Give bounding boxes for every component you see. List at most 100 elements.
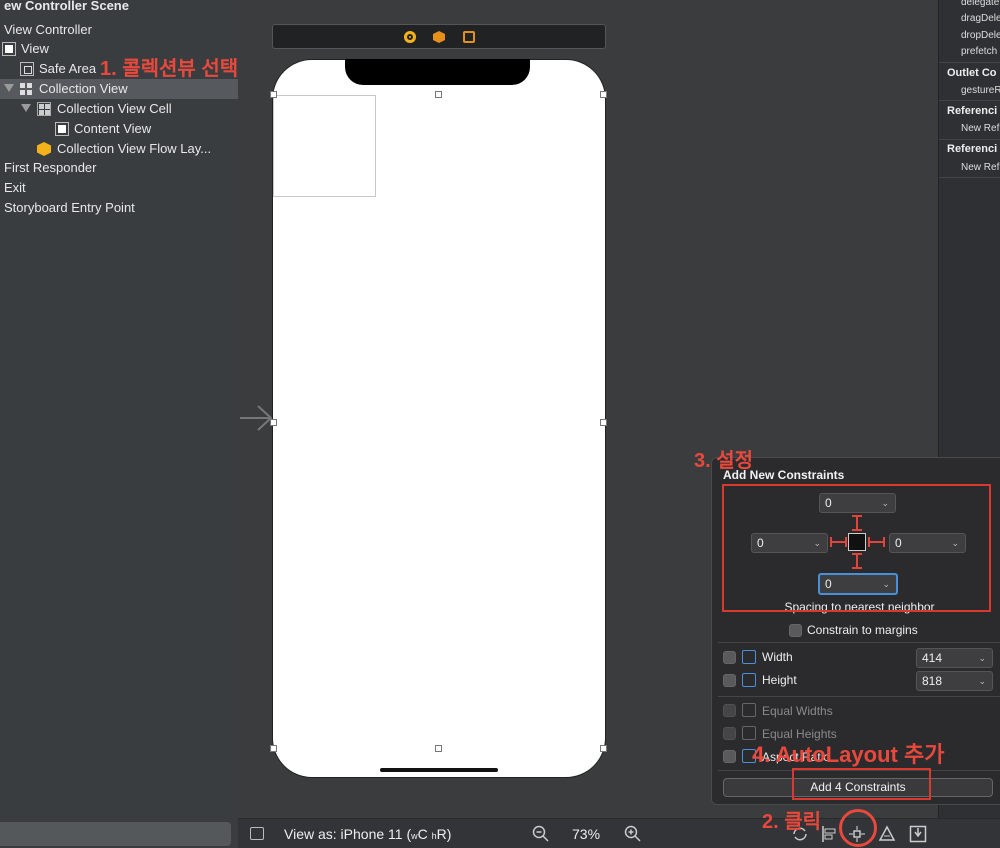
zoom-level: 73% bbox=[572, 826, 601, 842]
view-as-text: View as: iPhone 11 ( bbox=[284, 826, 412, 842]
inspector-outlet[interactable]: New Ref bbox=[961, 162, 999, 173]
inspector-outlet[interactable]: prefetch bbox=[961, 46, 997, 57]
size-class-c: C bbox=[417, 826, 428, 842]
disclosure-triangle-icon[interactable] bbox=[4, 84, 14, 92]
outline-filter-field[interactable] bbox=[0, 822, 231, 846]
equal-heights-checkbox[interactable] bbox=[723, 727, 736, 740]
size-class-r: R) bbox=[436, 826, 452, 842]
outline-item-label: View bbox=[21, 41, 49, 56]
aspect-ratio-checkbox[interactable] bbox=[723, 750, 736, 763]
exit-icon[interactable] bbox=[463, 31, 475, 43]
entry-point-arrow-icon[interactable] bbox=[238, 403, 274, 433]
outline-item-content-view[interactable]: Content View bbox=[0, 119, 238, 139]
scene-title: ew Controller Scene bbox=[4, 0, 129, 13]
collection-view-icon bbox=[19, 82, 33, 96]
align-icon[interactable] bbox=[820, 825, 838, 843]
annotation-box-spacing bbox=[722, 484, 991, 612]
zoom-out-icon[interactable] bbox=[532, 825, 550, 843]
device-notch bbox=[345, 59, 530, 85]
collection-view-cell-outline[interactable] bbox=[273, 95, 376, 197]
divider bbox=[939, 62, 1000, 63]
outline-item-label: Exit bbox=[4, 180, 26, 195]
inspector-section-header: Referenci bbox=[947, 105, 998, 117]
inspector-outlet[interactable]: dropDele bbox=[961, 30, 1000, 41]
resize-handle[interactable] bbox=[600, 745, 607, 752]
outline-item-label: First Responder bbox=[4, 160, 97, 175]
inspector-section-header: Referenci bbox=[947, 143, 998, 155]
height-checkbox[interactable] bbox=[723, 674, 736, 687]
inspector-outlet[interactable]: delegate bbox=[961, 0, 999, 8]
view-icon bbox=[2, 42, 16, 56]
view-controller-icon[interactable] bbox=[404, 31, 416, 43]
outline-item-exit[interactable]: Exit bbox=[0, 178, 238, 198]
first-responder-icon[interactable] bbox=[433, 31, 445, 43]
constrain-to-margins-label: Constrain to margins bbox=[807, 623, 918, 637]
outline-item-label: Collection View bbox=[39, 81, 128, 96]
outline-item-flow-layout[interactable]: Collection View Flow Lay... bbox=[0, 139, 238, 159]
home-indicator bbox=[380, 768, 498, 772]
equal-widths-label: Equal Widths bbox=[762, 704, 833, 718]
constrain-to-margins-checkbox[interactable] bbox=[789, 624, 802, 637]
annotation-step-1: 1. 콜렉션뷰 선택 bbox=[100, 58, 239, 80]
outline-item-label: Collection View Flow Lay... bbox=[57, 141, 212, 156]
chevron-down-icon: ⌄ bbox=[978, 676, 986, 686]
disclosure-triangle-icon[interactable] bbox=[21, 104, 31, 112]
equal-widths-icon bbox=[742, 703, 756, 717]
resize-handle[interactable] bbox=[600, 91, 607, 98]
document-outline: ew Controller Scene View Controller View… bbox=[0, 0, 238, 818]
inspector-section-header: Outlet Co bbox=[947, 67, 997, 79]
inspector-outlet[interactable]: gestureR bbox=[961, 85, 1000, 96]
toggle-outline-icon[interactable] bbox=[250, 827, 264, 840]
outline-item-label: Storyboard Entry Point bbox=[4, 200, 135, 215]
equal-widths-checkbox[interactable] bbox=[723, 704, 736, 717]
chevron-down-icon: ⌄ bbox=[978, 653, 986, 663]
content-view-icon bbox=[55, 122, 69, 136]
outline-item-storyboard-entry-point[interactable]: Storyboard Entry Point bbox=[0, 198, 238, 218]
resize-handle[interactable] bbox=[270, 745, 277, 752]
scene-dock bbox=[272, 24, 606, 49]
height-icon bbox=[742, 673, 756, 687]
outline-item-first-responder[interactable]: First Responder bbox=[0, 158, 238, 178]
safe-area-icon bbox=[20, 62, 34, 76]
resize-handle[interactable] bbox=[270, 419, 277, 426]
width-label: Width bbox=[762, 650, 793, 664]
outline-item-collection-view[interactable]: Collection View bbox=[0, 79, 238, 99]
outline-item-collection-view-cell[interactable]: Collection View Cell bbox=[0, 99, 238, 119]
annotation-step-3: 3. 설정 bbox=[694, 450, 754, 472]
width-combo[interactable]: 414 ⌄ bbox=[916, 648, 993, 668]
zoom-in-icon[interactable] bbox=[624, 825, 642, 843]
collection-view-cell-icon bbox=[37, 102, 51, 116]
width-checkbox[interactable] bbox=[723, 651, 736, 664]
annotation-box-add-button bbox=[792, 768, 931, 800]
inspector-outlet[interactable]: dragDele bbox=[961, 13, 1000, 24]
outline-item-view-controller[interactable]: View Controller bbox=[0, 20, 238, 40]
divider bbox=[718, 642, 1000, 643]
divider bbox=[939, 100, 1000, 101]
inspector-outlet[interactable]: New Ref bbox=[961, 123, 999, 134]
outline-item-label: Content View bbox=[74, 121, 152, 136]
height-label: Height bbox=[762, 673, 797, 687]
embed-in-icon[interactable] bbox=[909, 825, 927, 843]
cube-icon bbox=[37, 142, 51, 156]
annotation-circle-pin-button bbox=[839, 809, 877, 847]
combo-value: 414 bbox=[922, 651, 943, 665]
resize-handle[interactable] bbox=[600, 419, 607, 426]
height-combo[interactable]: 818 ⌄ bbox=[916, 671, 993, 691]
scene-title-row[interactable]: ew Controller Scene bbox=[0, 0, 238, 16]
resize-handle[interactable] bbox=[435, 745, 442, 752]
annotation-step-4: 4. AutoLayout 추가 bbox=[752, 742, 945, 767]
combo-value: 818 bbox=[922, 674, 943, 688]
resize-handle[interactable] bbox=[435, 91, 442, 98]
outline-item-label: View Controller bbox=[4, 22, 92, 37]
resize-handle[interactable] bbox=[270, 91, 277, 98]
outline-item-label: Safe Area bbox=[39, 61, 97, 76]
annotation-step-2: 2. 클릭 bbox=[762, 811, 822, 833]
canvas-bottom-bar: View as: iPhone 11 (wC hR) 73% bbox=[238, 818, 1000, 848]
divider bbox=[939, 139, 1000, 140]
width-icon bbox=[742, 650, 756, 664]
view-as-label[interactable]: View as: iPhone 11 (wC hR) bbox=[284, 826, 451, 842]
resolve-auto-layout-icon[interactable] bbox=[878, 825, 896, 843]
divider bbox=[718, 696, 1000, 697]
outline-item-label: Collection View Cell bbox=[57, 101, 172, 116]
divider bbox=[939, 177, 1000, 178]
